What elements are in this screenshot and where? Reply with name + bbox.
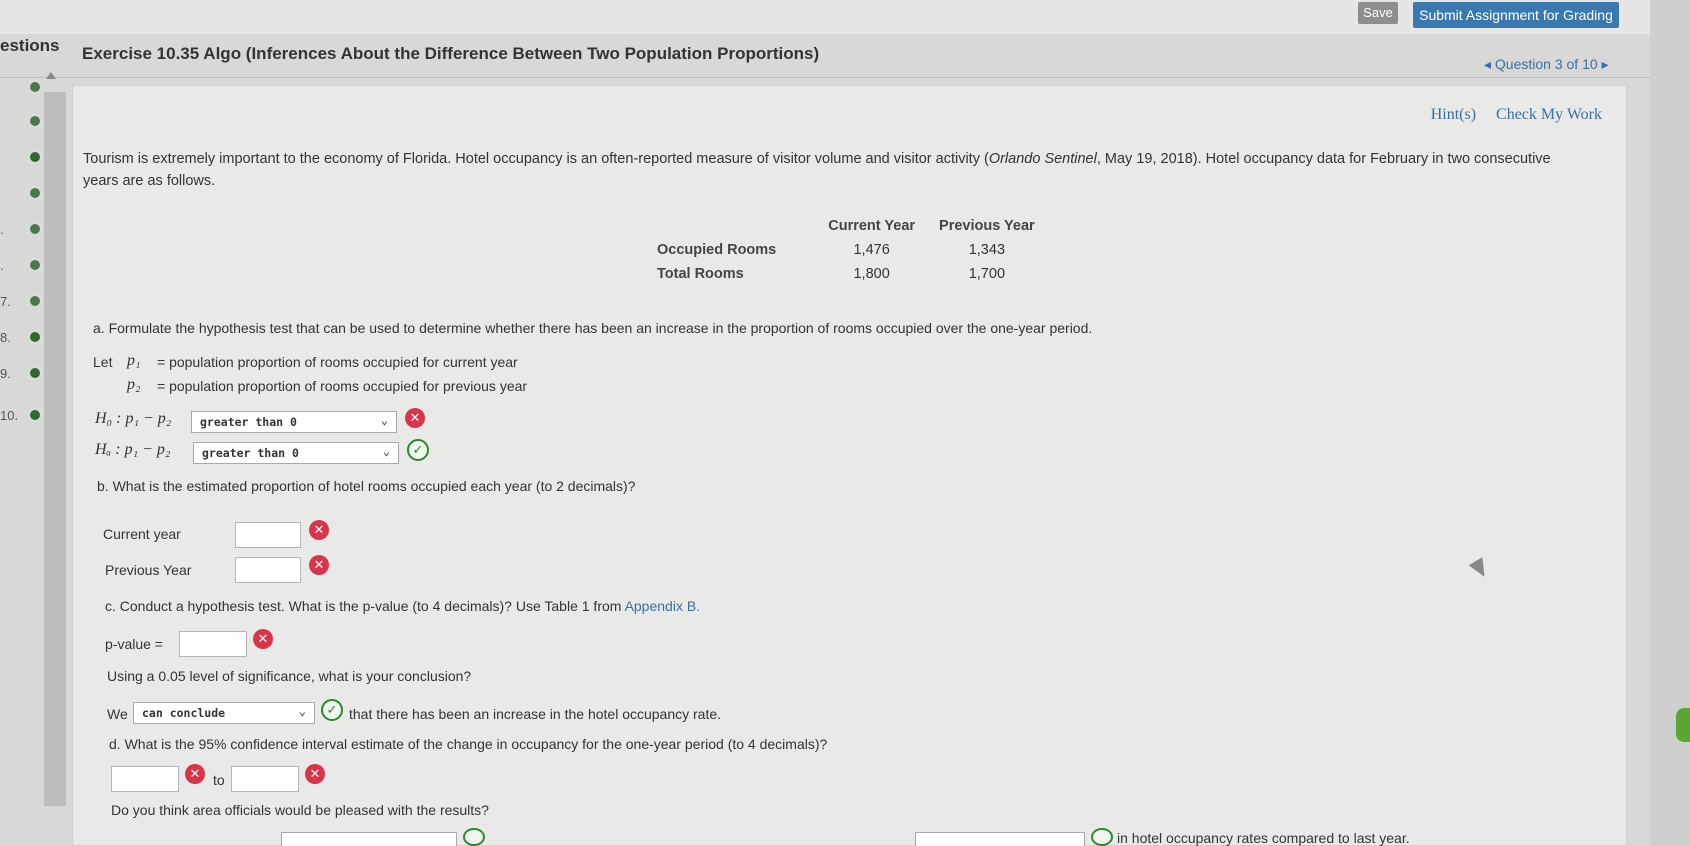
let-label: Let <box>93 354 113 370</box>
ci-upper-input[interactable] <box>231 766 299 792</box>
chevron-down-icon: ⌄ <box>382 444 390 458</box>
questions-label: estions <box>0 36 60 55</box>
col-previous-year: Previous Year <box>939 218 1035 234</box>
correct-icon <box>463 828 485 846</box>
incorrect-icon: ✕ <box>185 764 205 784</box>
question-list: . . 7. 8. 9. 10. <box>0 72 72 846</box>
p-value-label: p-value = <box>105 636 163 652</box>
status-dot-icon <box>28 80 42 94</box>
status-dot-icon <box>28 366 42 380</box>
ha-select[interactable]: greater than 0 ⌄ <box>193 442 399 464</box>
trend-text: in hotel occupancy rates compared to las… <box>1117 830 1410 846</box>
page-header: estions Exercise 10.35 Algo (Inferences … <box>0 34 1690 78</box>
ci-lower-input[interactable] <box>111 766 179 792</box>
part-b-prompt: b. What is the estimated proportion of h… <box>97 478 636 494</box>
ha-label: Hₐ : p₁ − p₂ <box>95 441 171 458</box>
question-item[interactable]: 8. <box>0 328 60 348</box>
h0-select[interactable]: greater than 0 ⌄ <box>191 411 397 433</box>
p2-definition: = population proportion of rooms occupie… <box>157 378 528 394</box>
save-button[interactable]: Save <box>1358 2 1398 24</box>
problem-intro: Tourism is extremely important to the ec… <box>83 151 1551 189</box>
h0-label: H₀ : p₁ − p₂ <box>95 410 172 427</box>
incorrect-icon: ✕ <box>305 764 325 784</box>
current-year-input[interactable] <box>235 522 301 548</box>
table-row: Total Rooms 1,800 1,700 <box>657 266 1006 282</box>
incorrect-icon: ✕ <box>253 629 273 649</box>
status-dot-icon <box>28 294 42 308</box>
top-toolbar: Save Submit Assignment for Grading <box>0 0 1690 34</box>
part-a-prompt: a. Formulate the hypothesis test that ca… <box>93 320 1093 336</box>
status-dot-icon <box>28 330 42 344</box>
hints-link[interactable]: Hint(s) <box>1431 106 1476 123</box>
appendix-link[interactable]: Appendix B. <box>625 598 701 614</box>
col-current-year: Current Year <box>828 218 916 234</box>
p1-definition: = population proportion of rooms occupie… <box>157 354 518 370</box>
we-label: We <box>107 706 128 722</box>
to-label: to <box>213 772 225 788</box>
p-value-input[interactable] <box>179 631 247 657</box>
submit-assignment-button[interactable]: Submit Assignment for Grading <box>1413 2 1619 28</box>
conclusion-prompt: Using a 0.05 level of significance, what… <box>107 668 472 684</box>
incorrect-icon: ✕ <box>309 520 329 540</box>
question-item[interactable] <box>0 148 60 168</box>
table-row: Occupied Rooms 1,476 1,343 <box>657 242 1006 258</box>
question-item[interactable] <box>0 184 60 204</box>
current-year-label: Current year <box>103 526 181 542</box>
occupancy-table: Current Year Previous Year Occupied Room… <box>645 214 1047 286</box>
officials-prompt: Do you think area officials would be ple… <box>111 802 489 818</box>
chevron-down-icon: ⌄ <box>380 413 388 427</box>
status-dot-icon <box>28 186 42 200</box>
officials-select[interactable] <box>281 832 457 846</box>
question-item[interactable]: . <box>0 220 60 240</box>
status-dot-icon <box>28 258 42 272</box>
question-navigation[interactable]: ◂ Question 3 of 10 ▸ <box>1484 56 1609 73</box>
conclusion-text: that there has been an increase in the h… <box>349 706 722 722</box>
previous-year-input[interactable] <box>235 557 301 583</box>
status-dot-icon <box>28 408 42 422</box>
question-item[interactable] <box>0 78 60 98</box>
part-c-prompt: c. Conduct a hypothesis test. What is th… <box>105 598 701 614</box>
status-dot-icon <box>28 222 42 236</box>
question-item[interactable]: 7. <box>0 292 60 312</box>
part-d-prompt: d. What is the 95% confidence interval e… <box>109 736 828 752</box>
help-tab[interactable] <box>1676 708 1690 742</box>
correct-icon: ✓ <box>321 699 343 721</box>
status-dot-icon <box>28 150 42 164</box>
correct-icon: ✓ <box>407 439 429 461</box>
conclusion-select[interactable]: can conclude ⌄ <box>133 702 315 724</box>
exercise-title: Exercise 10.35 Algo (Inferences About th… <box>82 44 820 63</box>
question-item[interactable]: 10. <box>0 406 60 426</box>
chevron-down-icon: ⌄ <box>298 704 306 718</box>
correct-icon <box>1091 828 1113 846</box>
check-my-work-link[interactable]: Check My Work <box>1496 106 1602 123</box>
incorrect-icon: ✕ <box>309 555 329 575</box>
p2-symbol: p₂ <box>127 376 141 393</box>
incorrect-icon: ✕ <box>405 408 425 428</box>
previous-year-label: Previous Year <box>105 562 192 578</box>
question-item[interactable]: . <box>0 256 60 276</box>
trend-select[interactable] <box>915 832 1085 846</box>
p1-symbol: p₁ <box>127 352 141 369</box>
question-panel: Hint(s) Check My Work Tourism is extreme… <box>72 85 1627 846</box>
hint-links: Hint(s) Check My Work <box>1415 106 1602 124</box>
status-dot-icon <box>28 114 42 128</box>
question-item[interactable] <box>0 112 60 132</box>
question-item[interactable]: 9. <box>0 364 60 384</box>
